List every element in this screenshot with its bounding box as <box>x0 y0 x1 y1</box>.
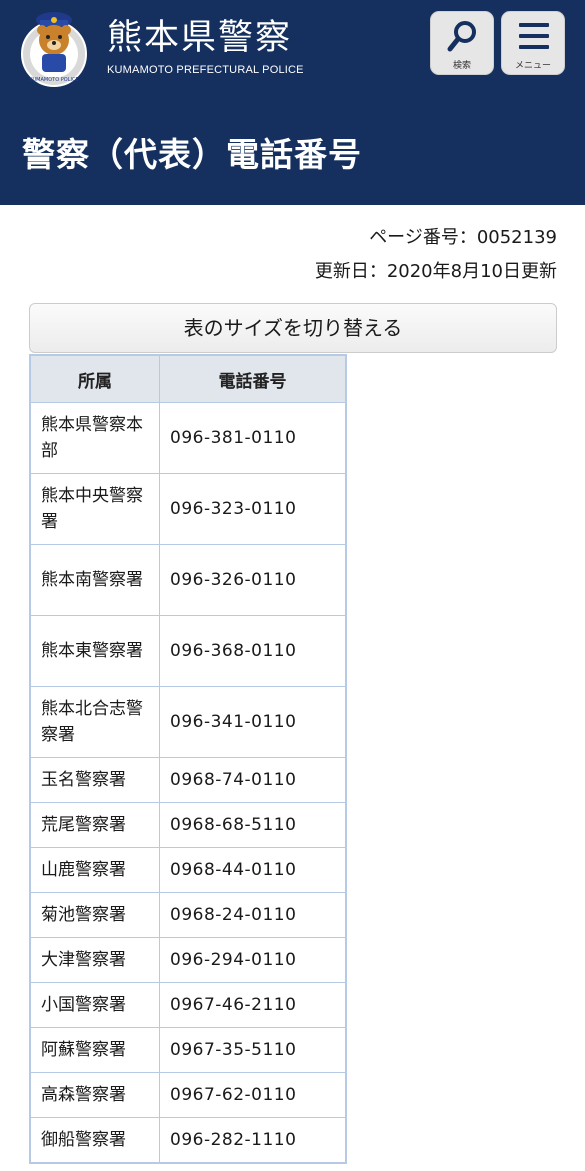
page-title: 警察（代表）電話番号 <box>22 135 362 174</box>
table-row: 熊本県警察本部 096-381-0110 <box>29 402 347 474</box>
phone-table: 所属 電話番号 熊本県警察本部 096-381-0110 熊本中央警察署 096… <box>29 354 347 1164</box>
table-row: 熊本南警察署 096-326-0110 <box>29 544 347 616</box>
table-row: 大津警察署 096-294-0110 <box>29 937 347 983</box>
site-subtitle: KUMAMOTO PREFECTURAL POLICE <box>107 64 304 76</box>
table-row: 菊池警察署 0968-24-0110 <box>29 892 347 938</box>
search-icon <box>445 18 481 54</box>
column-header-phone: 電話番号 <box>159 354 347 403</box>
table-row: 高森警察署 0967-62-0110 <box>29 1072 347 1118</box>
affiliation-cell: 小国警察署 <box>29 982 160 1028</box>
update-date: 更新日：2020年8月10日更新 <box>314 261 557 282</box>
phone-cell[interactable]: 0968-44-0110 <box>159 847 347 893</box>
affiliation-cell: 熊本南警察署 <box>29 544 160 616</box>
page-meta: ページ番号：0052139 更新日：2020年8月10日更新 <box>0 205 585 300</box>
affiliation-cell: 玉名警察署 <box>29 757 160 803</box>
police-mascot-logo[interactable]: KUMAMOTO POLICE <box>20 8 88 88</box>
table-row: 山鹿警察署 0968-44-0110 <box>29 847 347 893</box>
phone-cell[interactable]: 0968-24-0110 <box>159 892 347 938</box>
phone-cell[interactable]: 096-294-0110 <box>159 937 347 983</box>
site-title[interactable]: 熊本県警察 <box>107 18 292 58</box>
phone-cell[interactable]: 0968-68-5110 <box>159 802 347 848</box>
search-button[interactable]: 検索 <box>430 11 494 75</box>
affiliation-cell: 阿蘇警察署 <box>29 1027 160 1073</box>
svg-text:KUMAMOTO POLICE: KUMAMOTO POLICE <box>29 77 78 83</box>
phone-cell[interactable]: 0967-46-2110 <box>159 982 347 1028</box>
table-size-toggle-button[interactable]: 表のサイズを切り替える <box>29 303 557 353</box>
phone-cell[interactable]: 0967-62-0110 <box>159 1072 347 1118</box>
affiliation-cell: 熊本県警察本部 <box>29 402 160 474</box>
table-row: 荒尾警察署 0968-68-5110 <box>29 802 347 848</box>
table-header-row: 所属 電話番号 <box>29 354 347 403</box>
phone-cell[interactable]: 096-368-0110 <box>159 615 347 687</box>
column-header-affiliation: 所属 <box>29 354 160 403</box>
phone-cell[interactable]: 0968-74-0110 <box>159 757 347 803</box>
affiliation-cell: 御船警察署 <box>29 1117 160 1164</box>
affiliation-cell: 菊池警察署 <box>29 892 160 938</box>
affiliation-cell: 熊本北合志警察署 <box>29 686 160 758</box>
site-header: KUMAMOTO POLICE 熊本県警察 KUMAMOTO PREFECTUR… <box>0 0 585 100</box>
table-row: 御船警察署 096-282-1110 <box>29 1117 347 1164</box>
affiliation-cell: 大津警察署 <box>29 937 160 983</box>
menu-label: メニュー <box>514 61 551 71</box>
title-bar: 警察（代表）電話番号 <box>0 100 585 205</box>
table-row: 小国警察署 0967-46-2110 <box>29 982 347 1028</box>
phone-cell[interactable]: 096-282-1110 <box>159 1117 347 1164</box>
table-row: 阿蘇警察署 0967-35-5110 <box>29 1027 347 1073</box>
phone-cell[interactable]: 096-326-0110 <box>159 544 347 616</box>
table-row: 熊本中央警察署 096-323-0110 <box>29 473 347 545</box>
affiliation-cell: 熊本東警察署 <box>29 615 160 687</box>
table-row: 熊本東警察署 096-368-0110 <box>29 615 347 687</box>
menu-button[interactable]: メニュー <box>501 11 565 75</box>
affiliation-cell: 高森警察署 <box>29 1072 160 1118</box>
page-number: ページ番号：0052139 <box>369 227 557 248</box>
affiliation-cell: 熊本中央警察署 <box>29 473 160 545</box>
phone-cell[interactable]: 096-323-0110 <box>159 473 347 545</box>
table-row: 熊本北合志警察署 096-341-0110 <box>29 686 347 758</box>
table-row: 玉名警察署 0968-74-0110 <box>29 757 347 803</box>
phone-cell[interactable]: 0967-35-5110 <box>159 1027 347 1073</box>
affiliation-cell: 荒尾警察署 <box>29 802 160 848</box>
phone-cell[interactable]: 096-381-0110 <box>159 402 347 474</box>
affiliation-cell: 山鹿警察署 <box>29 847 160 893</box>
phone-cell[interactable]: 096-341-0110 <box>159 686 347 758</box>
menu-icon <box>516 18 552 54</box>
search-label: 検索 <box>452 61 471 71</box>
